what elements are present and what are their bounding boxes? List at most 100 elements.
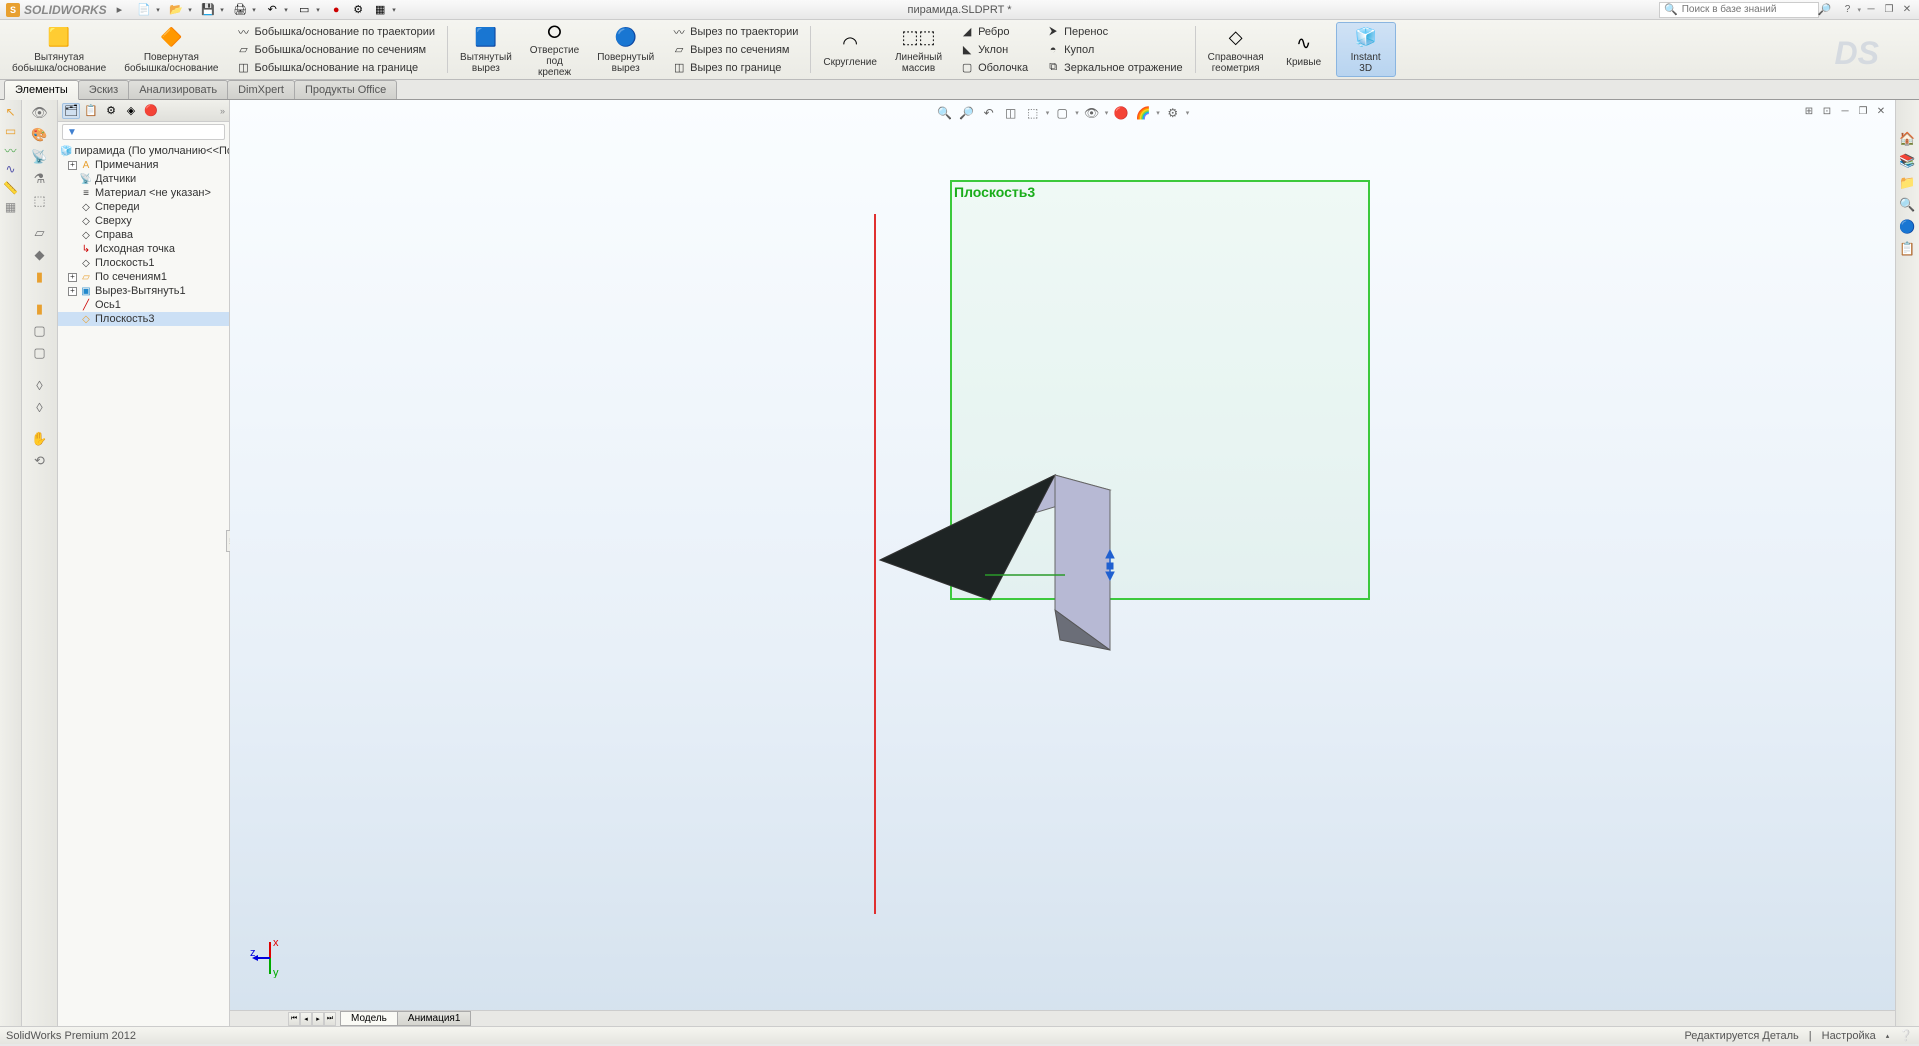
menu-expand-icon[interactable]: ▸ <box>113 3 127 16</box>
tree-loft1[interactable]: +▱По сечениям1 <box>58 270 229 284</box>
zoom-fit-icon[interactable]: 🔍 <box>936 104 954 122</box>
wrap-button[interactable]: ⮞Перенос <box>1042 23 1187 40</box>
view-settings-icon[interactable]: ⚙ <box>1164 104 1182 122</box>
view-palette-icon[interactable]: 🔍 <box>1899 196 1917 214</box>
appearance-icon[interactable]: 🎨 <box>31 126 49 144</box>
apply-scene-icon[interactable]: 🌈 <box>1134 104 1152 122</box>
property-manager-tab-icon[interactable]: 📋 <box>82 103 100 119</box>
tree-top-plane[interactable]: ◇Сверху <box>58 214 229 228</box>
graphics-viewport[interactable]: 🔍 🔎 ↶ ◫ ⬚▾ ▢▾ 👁▾ 🔴 🌈▾ ⚙▾ ⊞ ⊡ ─ ❐ ✕ Плоск… <box>230 100 1895 1026</box>
hide-show-items-icon[interactable]: 👁 <box>1083 104 1101 122</box>
save-button[interactable]: 💾 <box>198 2 218 18</box>
tab-evaluate[interactable]: Анализировать <box>128 80 228 99</box>
custom-props-icon[interactable]: 📋 <box>1899 240 1917 258</box>
bottom-tab-animation[interactable]: Анимация1 <box>397 1011 472 1026</box>
tree-origin[interactable]: ↳Исходная точка <box>58 242 229 256</box>
revolved-cut-button[interactable]: 🔵 Повернутый вырез <box>589 22 662 77</box>
search-input[interactable] <box>1682 4 1814 15</box>
tab-sketch[interactable]: Эскиз <box>78 80 129 99</box>
box-select-icon[interactable]: ▭ <box>3 123 19 139</box>
filter-icon[interactable]: ⚗ <box>31 170 49 188</box>
rib-button[interactable]: ◢Ребро <box>956 23 1032 40</box>
design-library-icon[interactable]: 📚 <box>1899 152 1917 170</box>
tab-dimxpert[interactable]: DimXpert <box>227 80 295 99</box>
tool6-icon[interactable]: ▱ <box>31 224 49 242</box>
reference-geometry-button[interactable]: ◇ Справочная геометрия <box>1200 22 1272 77</box>
mdi-restore-icon[interactable]: ❐ <box>1855 104 1871 118</box>
fillet-button[interactable]: ◠ Скругление <box>815 22 885 77</box>
tool13-icon[interactable]: ◊ <box>31 398 49 416</box>
restore-button[interactable]: ❐ <box>1881 3 1897 17</box>
swept-boss-button[interactable]: 〰Бобышка/основание по траектории <box>233 23 440 40</box>
close-button[interactable]: ✕ <box>1899 3 1915 17</box>
new-button[interactable]: 📄 <box>134 2 154 18</box>
sw-resources-icon[interactable]: 🏠 <box>1899 130 1917 148</box>
mdi-tile-icon[interactable]: ⊞ <box>1801 104 1817 118</box>
open-button[interactable]: 📂 <box>166 2 186 18</box>
tree-sensors[interactable]: 📡Датчики <box>58 172 229 186</box>
tree-right-plane[interactable]: ◇Справа <box>58 228 229 242</box>
mirror-button[interactable]: ⧉Зеркальное отражение <box>1042 59 1187 76</box>
boundary-cut-button[interactable]: ◫Вырез по границе <box>668 59 802 76</box>
swept-cut-button[interactable]: 〰Вырез по траектории <box>668 23 802 40</box>
feature-tree-tab-icon[interactable]: 🗂 <box>62 103 80 119</box>
hole-wizard-button[interactable]: ⭘ Отверстие под крепеж <box>522 22 587 77</box>
expand-icon[interactable]: + <box>68 161 77 170</box>
tab-prev-icon[interactable]: ◂ <box>300 1012 312 1026</box>
tree-plane3[interactable]: ◇Плоскость3 <box>58 312 229 326</box>
shell-button[interactable]: ▢Оболочка <box>956 59 1032 76</box>
tree-cut-extrude1[interactable]: +▣Вырез-Вытянуть1 <box>58 284 229 298</box>
tree-material[interactable]: ≡Материал <не указан> <box>58 186 229 200</box>
tree-annotations[interactable]: +AПримечания <box>58 158 229 172</box>
mass-tool-icon[interactable]: ▦ <box>3 199 19 215</box>
tree-filter-input[interactable]: ▼ <box>62 124 225 140</box>
linear-pattern-button[interactable]: ⬚⬚ Линейный массив <box>887 22 950 77</box>
view-orientation-icon[interactable]: ⬚ <box>1024 104 1042 122</box>
file-explorer-icon[interactable]: 📁 <box>1899 174 1917 192</box>
help-button[interactable]: ? <box>1839 3 1855 17</box>
tool7-icon[interactable]: ◆ <box>31 246 49 264</box>
tab-first-icon[interactable]: ⏮ <box>288 1012 300 1026</box>
mdi-close-icon[interactable]: ✕ <box>1873 104 1889 118</box>
screen-capture-button[interactable]: ▦ <box>370 2 390 18</box>
3dsketch-tool-icon[interactable]: ∿ <box>3 161 19 177</box>
sensor-icon[interactable]: 📡 <box>31 148 49 166</box>
lofted-boss-button[interactable]: ▱Бобышка/основание по сечениям <box>233 41 440 58</box>
tab-office[interactable]: Продукты Office <box>294 80 397 99</box>
boundary-boss-button[interactable]: ◫Бобышка/основание на границе <box>233 59 440 76</box>
tree-axis1[interactable]: ╱Ось1 <box>58 298 229 312</box>
options-button[interactable]: ⚙ <box>348 2 368 18</box>
revolved-boss-button[interactable]: 🔶 Повернутая бобышка/основание <box>116 22 226 77</box>
rebuild-button[interactable]: ● <box>326 2 346 18</box>
status-help-icon[interactable]: ❔ <box>1899 1029 1913 1042</box>
draft-button[interactable]: ◣Уклон <box>956 41 1032 58</box>
extruded-cut-button[interactable]: 🟦 Вытянутый вырез <box>452 22 520 77</box>
extruded-boss-button[interactable]: 🟨 Вытянутая бобышка/основание <box>4 22 114 77</box>
status-custom[interactable]: Настройка <box>1822 1030 1876 1042</box>
tree-plane1[interactable]: ◇Плоскость1 <box>58 256 229 270</box>
expand-icon[interactable]: + <box>68 287 77 296</box>
select-button[interactable]: ▭ <box>294 2 314 18</box>
tool12-icon[interactable]: ◊ <box>31 376 49 394</box>
appearances-icon[interactable]: 🔵 <box>1899 218 1917 236</box>
search-go-icon[interactable]: 🔎 <box>1818 3 1832 16</box>
tool11-icon[interactable]: ▢ <box>31 344 49 362</box>
tool15-icon[interactable]: ⟲ <box>31 452 49 470</box>
display-manager-tab-icon[interactable]: 🔴 <box>142 103 160 119</box>
instant3d-button[interactable]: 🧊 Instant 3D <box>1336 22 1396 77</box>
expand-icon[interactable]: + <box>68 273 77 282</box>
prev-view-icon[interactable]: ↶ <box>980 104 998 122</box>
select-tool-icon[interactable]: ↖ <box>3 104 19 120</box>
tool10-icon[interactable]: ▢ <box>31 322 49 340</box>
lofted-cut-button[interactable]: ▱Вырез по сечениям <box>668 41 802 58</box>
orientation-triad[interactable]: x y z <box>250 938 290 978</box>
zoom-area-icon[interactable]: 🔎 <box>958 104 976 122</box>
hide-show-icon[interactable]: 👁 <box>31 104 49 122</box>
section-view-icon[interactable]: ◫ <box>1002 104 1020 122</box>
bottom-tab-model[interactable]: Модель <box>340 1011 398 1026</box>
tool14-icon[interactable]: ✋ <box>31 430 49 448</box>
measure-tool-icon[interactable]: 📏 <box>3 180 19 196</box>
tab-last-icon[interactable]: ⏭ <box>324 1012 336 1026</box>
tool9-icon[interactable]: ▮ <box>31 300 49 318</box>
mdi-cascade-icon[interactable]: ⊡ <box>1819 104 1835 118</box>
